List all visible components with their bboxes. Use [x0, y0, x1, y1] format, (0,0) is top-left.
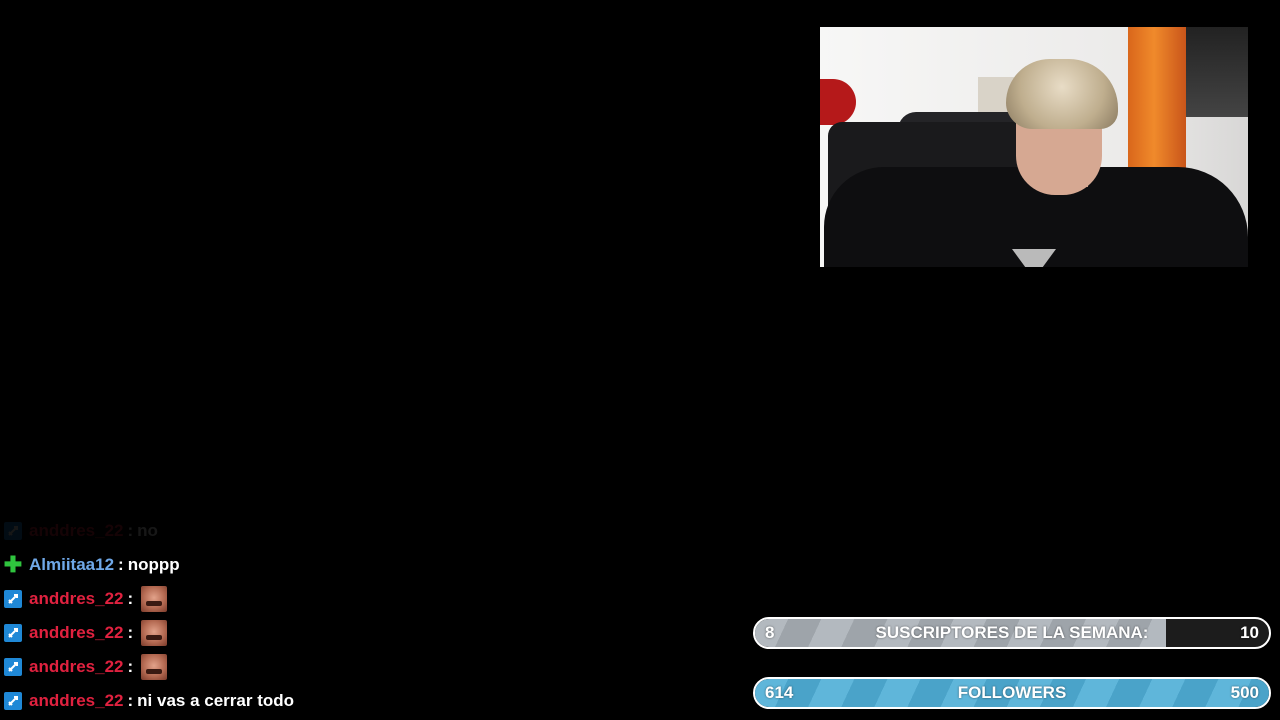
followers-goal-bar: 614 FOLLOWERS 500	[753, 677, 1271, 709]
chat-text: no	[137, 521, 158, 540]
chat-separator: :	[118, 555, 124, 574]
chat-message: anddres_22: no	[0, 514, 720, 548]
chat-message: anddres_22: ni vas a cerrar todo	[0, 684, 720, 718]
subscriber-goal-bar: 8 SUSCRIPTORES DE LA SEMANA: 10	[753, 617, 1271, 649]
chat-username[interactable]: Almiitaa12	[29, 555, 114, 575]
chat-text: noppp	[127, 555, 180, 574]
chat-message: anddres_22:	[0, 616, 720, 650]
chat-message: ✚ Almiitaa12: noppp	[0, 548, 720, 582]
chat-username[interactable]: anddres_22	[29, 589, 124, 609]
chat-separator: :	[127, 521, 134, 540]
chat-username[interactable]: anddres_22	[29, 521, 124, 541]
chat-separator: :	[127, 691, 134, 710]
chat-emote	[141, 620, 168, 646]
sword-icon	[4, 658, 22, 676]
window	[1186, 27, 1248, 117]
sword-icon	[4, 624, 22, 642]
chat-username[interactable]: anddres_22	[29, 691, 124, 711]
subscriber-goal-target: 10	[1240, 623, 1259, 642]
chat-emote	[141, 586, 168, 612]
chat-username[interactable]: anddres_22	[29, 623, 124, 643]
sword-icon	[4, 590, 22, 608]
chat-separator: :	[127, 657, 134, 676]
chat-separator: :	[127, 589, 134, 608]
subscriber-goal-label: SUSCRIPTORES DE LA SEMANA:	[875, 623, 1149, 642]
chat-message: anddres_22:	[0, 650, 720, 684]
chat-separator: :	[127, 623, 134, 642]
chat-username[interactable]: anddres_22	[29, 657, 124, 677]
sword-icon	[4, 522, 22, 540]
chat-overlay: anddres_22: no ✚ Almiitaa12: noppp anddres_22…	[0, 514, 720, 718]
chat-text: ni vas a cerrar todo	[137, 691, 295, 710]
chat-emote	[141, 654, 168, 680]
webcam-overlay	[820, 27, 1248, 267]
followers-goal-target: 500	[1230, 683, 1259, 702]
plus-icon: ✚	[3, 552, 23, 577]
followers-goal-label: FOLLOWERS	[957, 683, 1067, 702]
chat-message: anddres_22:	[0, 582, 720, 616]
sword-icon	[4, 692, 22, 710]
